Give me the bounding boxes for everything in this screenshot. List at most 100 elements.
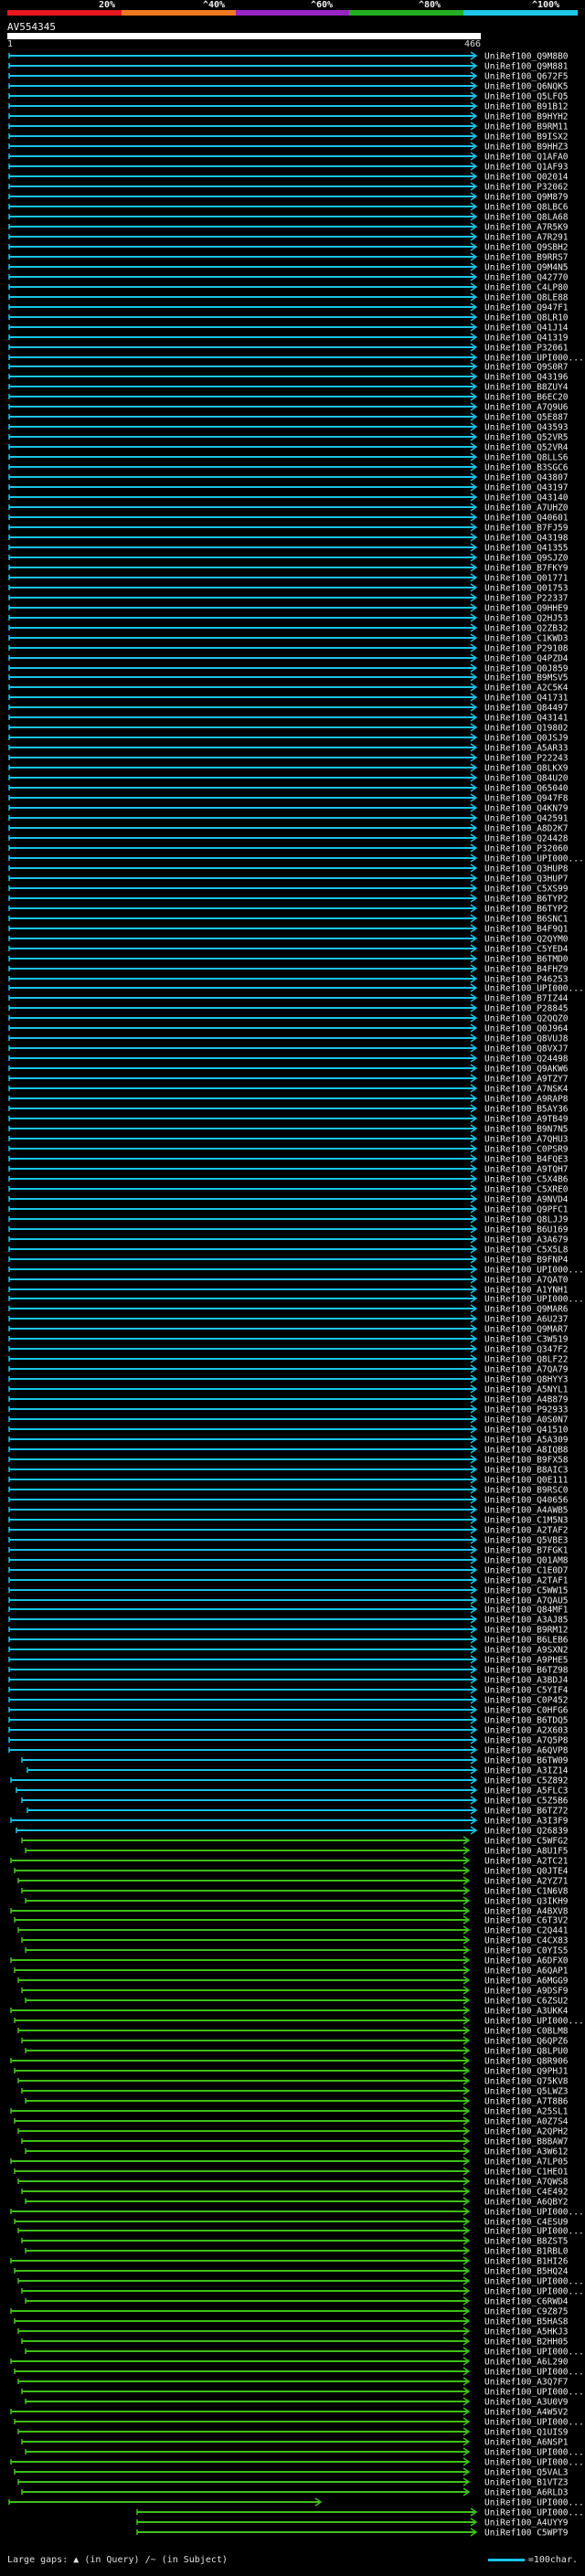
- hit-label[interactable]: UniRef100_Q9PFC1: [484, 1205, 569, 1215]
- hit-label[interactable]: UniRef100_B9RRS7: [484, 253, 569, 263]
- hit-label[interactable]: UniRef100_Q8LKX9: [484, 764, 569, 774]
- hit-label[interactable]: UniRef100_Q1AF93: [484, 163, 569, 173]
- hit-label[interactable]: UniRef100_Q01753: [484, 584, 569, 594]
- hit-label[interactable]: UniRef100_Q9M881: [484, 62, 569, 72]
- hit-label[interactable]: UniRef100_B4FHZ9: [484, 965, 569, 975]
- hit-label[interactable]: UniRef100_A6QAP1: [484, 1966, 569, 1977]
- hit-label[interactable]: UniRef100_A9PHE5: [484, 1656, 569, 1666]
- hit-label[interactable]: UniRef100_A7R5K9: [484, 223, 569, 233]
- hit-label[interactable]: UniRef100_Q5VBE3: [484, 1536, 569, 1546]
- hit-label[interactable]: UniRef100_Q52VR4: [484, 443, 569, 453]
- hit-label[interactable]: UniRef100_Q43807: [484, 473, 569, 483]
- hit-label[interactable]: UniRef100_B9HHZ3: [484, 143, 569, 153]
- hit-label[interactable]: UniRef100_A3AJ85: [484, 1616, 569, 1626]
- hit-label[interactable]: UniRef100_Q42591: [484, 814, 569, 824]
- hit-label[interactable]: UniRef100_C5XS99: [484, 885, 569, 895]
- hit-label[interactable]: UniRef100_B9N7N5: [484, 1125, 569, 1135]
- hit-label[interactable]: UniRef100_B6SNC1: [484, 915, 569, 925]
- hit-label[interactable]: UniRef100_C1M5N3: [484, 1516, 569, 1526]
- hit-label[interactable]: UniRef100_B4F9Q1: [484, 925, 569, 935]
- hit-label[interactable]: UniRef100_C4LP80: [484, 283, 569, 293]
- hit-label[interactable]: UniRef100_C0P452: [484, 1696, 569, 1706]
- hit-label[interactable]: UniRef100_B6TZ98: [484, 1666, 569, 1676]
- hit-label[interactable]: UniRef100_A7QA79: [484, 1365, 569, 1375]
- hit-label[interactable]: UniRef100_Q5LFQ5: [484, 92, 569, 102]
- hit-label[interactable]: UniRef100_UPI000...: [484, 1266, 584, 1276]
- hit-label[interactable]: UniRef100_UPI000...: [484, 2287, 584, 2297]
- hit-label[interactable]: UniRef100_B9FNP4: [484, 1256, 569, 1266]
- hit-label[interactable]: UniRef100_Q43593: [484, 423, 569, 433]
- hit-label[interactable]: UniRef100_Q947F1: [484, 303, 569, 313]
- hit-label[interactable]: UniRef100_A6U237: [484, 1315, 569, 1325]
- hit-label[interactable]: UniRef100_UPI000...: [484, 2448, 584, 2458]
- hit-label[interactable]: UniRef100_B7IZ44: [484, 994, 569, 1004]
- hit-label[interactable]: UniRef100_Q672F5: [484, 72, 569, 82]
- hit-label[interactable]: UniRef100_A3I3F9: [484, 1817, 569, 1827]
- hit-label[interactable]: UniRef100_Q8LBC6: [484, 203, 569, 213]
- hit-label[interactable]: UniRef100_C0BLM8: [484, 2027, 569, 2037]
- hit-label[interactable]: UniRef100_B3SGC6: [484, 463, 569, 473]
- hit-label[interactable]: UniRef100_B7FGK1: [484, 1546, 569, 1556]
- hit-label[interactable]: UniRef100_A7T8B6: [484, 2097, 569, 2107]
- hit-label[interactable]: UniRef100_A9DSF9: [484, 1987, 569, 1997]
- hit-label[interactable]: UniRef100_Q8LF22: [484, 1355, 569, 1365]
- hit-label[interactable]: UniRef100_C0YIS5: [484, 1946, 569, 1956]
- hit-label[interactable]: UniRef100_B91B12: [484, 102, 569, 112]
- hit-label[interactable]: UniRef100_Q6QPZ6: [484, 2037, 569, 2047]
- hit-label[interactable]: UniRef100_A9TB49: [484, 1115, 569, 1125]
- hit-label[interactable]: UniRef100_C4CX83: [484, 1936, 569, 1946]
- hit-label[interactable]: UniRef100_UPI000...: [484, 2348, 584, 2358]
- hit-label[interactable]: UniRef100_P22243: [484, 754, 569, 764]
- hit-label[interactable]: UniRef100_C5WW15: [484, 1586, 569, 1596]
- hit-label[interactable]: UniRef100_C6ZSU2: [484, 1997, 569, 2007]
- hit-label[interactable]: UniRef100_Q9SJZ0: [484, 554, 569, 564]
- hit-label[interactable]: UniRef100_Q0JTE4: [484, 1867, 569, 1877]
- hit-label[interactable]: UniRef100_Q8LE88: [484, 293, 569, 303]
- hit-label[interactable]: UniRef100_A3U0V9: [484, 2398, 569, 2408]
- hit-label[interactable]: UniRef100_UPI000...: [484, 2388, 584, 2398]
- hit-label[interactable]: UniRef100_C5YIF4: [484, 1686, 569, 1696]
- hit-label[interactable]: UniRef100_Q0E111: [484, 1476, 569, 1486]
- hit-label[interactable]: UniRef100_Q4KN79: [484, 804, 569, 814]
- hit-label[interactable]: UniRef100_A9NVD4: [484, 1195, 569, 1205]
- hit-label[interactable]: UniRef100_A9TQH7: [484, 1165, 569, 1175]
- hit-label[interactable]: UniRef100_P32060: [484, 844, 569, 854]
- hit-label[interactable]: UniRef100_Q41510: [484, 1426, 569, 1436]
- hit-label[interactable]: UniRef100_B8BAW7: [484, 2137, 569, 2147]
- hit-label[interactable]: UniRef100_A7QHU3: [484, 1135, 569, 1145]
- hit-label[interactable]: UniRef100_A6QBY2: [484, 2198, 569, 2208]
- hit-label[interactable]: UniRef100_B9RSC0: [484, 1486, 569, 1496]
- hit-label[interactable]: UniRef100_Q02014: [484, 173, 569, 183]
- hit-label[interactable]: UniRef100_B6TZ72: [484, 1807, 569, 1817]
- hit-label[interactable]: UniRef100_Q9M8B0: [484, 52, 569, 62]
- hit-label[interactable]: UniRef100_A2TAF1: [484, 1576, 569, 1586]
- hit-label[interactable]: UniRef100_C5X5L8: [484, 1246, 569, 1256]
- hit-label[interactable]: UniRef100_Q52VR5: [484, 433, 569, 443]
- hit-label[interactable]: UniRef100_Q40656: [484, 1496, 569, 1506]
- hit-label[interactable]: UniRef100_B9HYH2: [484, 112, 569, 122]
- hit-label[interactable]: UniRef100_Q2ZB32: [484, 624, 569, 634]
- hit-label[interactable]: UniRef100_A3W612: [484, 2147, 569, 2157]
- hit-label[interactable]: UniRef100_A7UHZ0: [484, 504, 569, 514]
- hit-label[interactable]: UniRef100_Q8HYY3: [484, 1375, 569, 1385]
- hit-label[interactable]: UniRef100_C3W519: [484, 1335, 569, 1345]
- hit-label[interactable]: UniRef100_Q43141: [484, 714, 569, 724]
- hit-label[interactable]: UniRef100_A2C5K4: [484, 684, 569, 694]
- hit-label[interactable]: UniRef100_B6TMD0: [484, 955, 569, 965]
- hit-label[interactable]: UniRef100_A8U1F5: [484, 1847, 569, 1857]
- hit-label[interactable]: UniRef100_B6U169: [484, 1225, 569, 1235]
- hit-label[interactable]: UniRef100_B6LEB6: [484, 1636, 569, 1646]
- hit-label[interactable]: UniRef100_A4AWB5: [484, 1506, 569, 1516]
- hit-label[interactable]: UniRef100_A5AR33: [484, 744, 569, 754]
- hit-label[interactable]: UniRef100_A8IQB8: [484, 1446, 569, 1456]
- hit-label[interactable]: UniRef100_C5X4B6: [484, 1175, 569, 1185]
- hit-label[interactable]: UniRef100_B6TYP2: [484, 905, 569, 915]
- hit-label[interactable]: UniRef100_UPI000...: [484, 2227, 584, 2237]
- hit-label[interactable]: UniRef100_A3Q7F7: [484, 2378, 569, 2388]
- hit-label[interactable]: UniRef100_Q01AM8: [484, 1556, 569, 1566]
- hit-label[interactable]: UniRef100_B9MSV5: [484, 673, 569, 684]
- hit-label[interactable]: UniRef100_A4W5V2: [484, 2408, 569, 2418]
- hit-label[interactable]: UniRef100_Q5E887: [484, 413, 569, 423]
- hit-label[interactable]: UniRef100_A9SXN2: [484, 1646, 569, 1656]
- hit-label[interactable]: UniRef100_C0PSR9: [484, 1145, 569, 1155]
